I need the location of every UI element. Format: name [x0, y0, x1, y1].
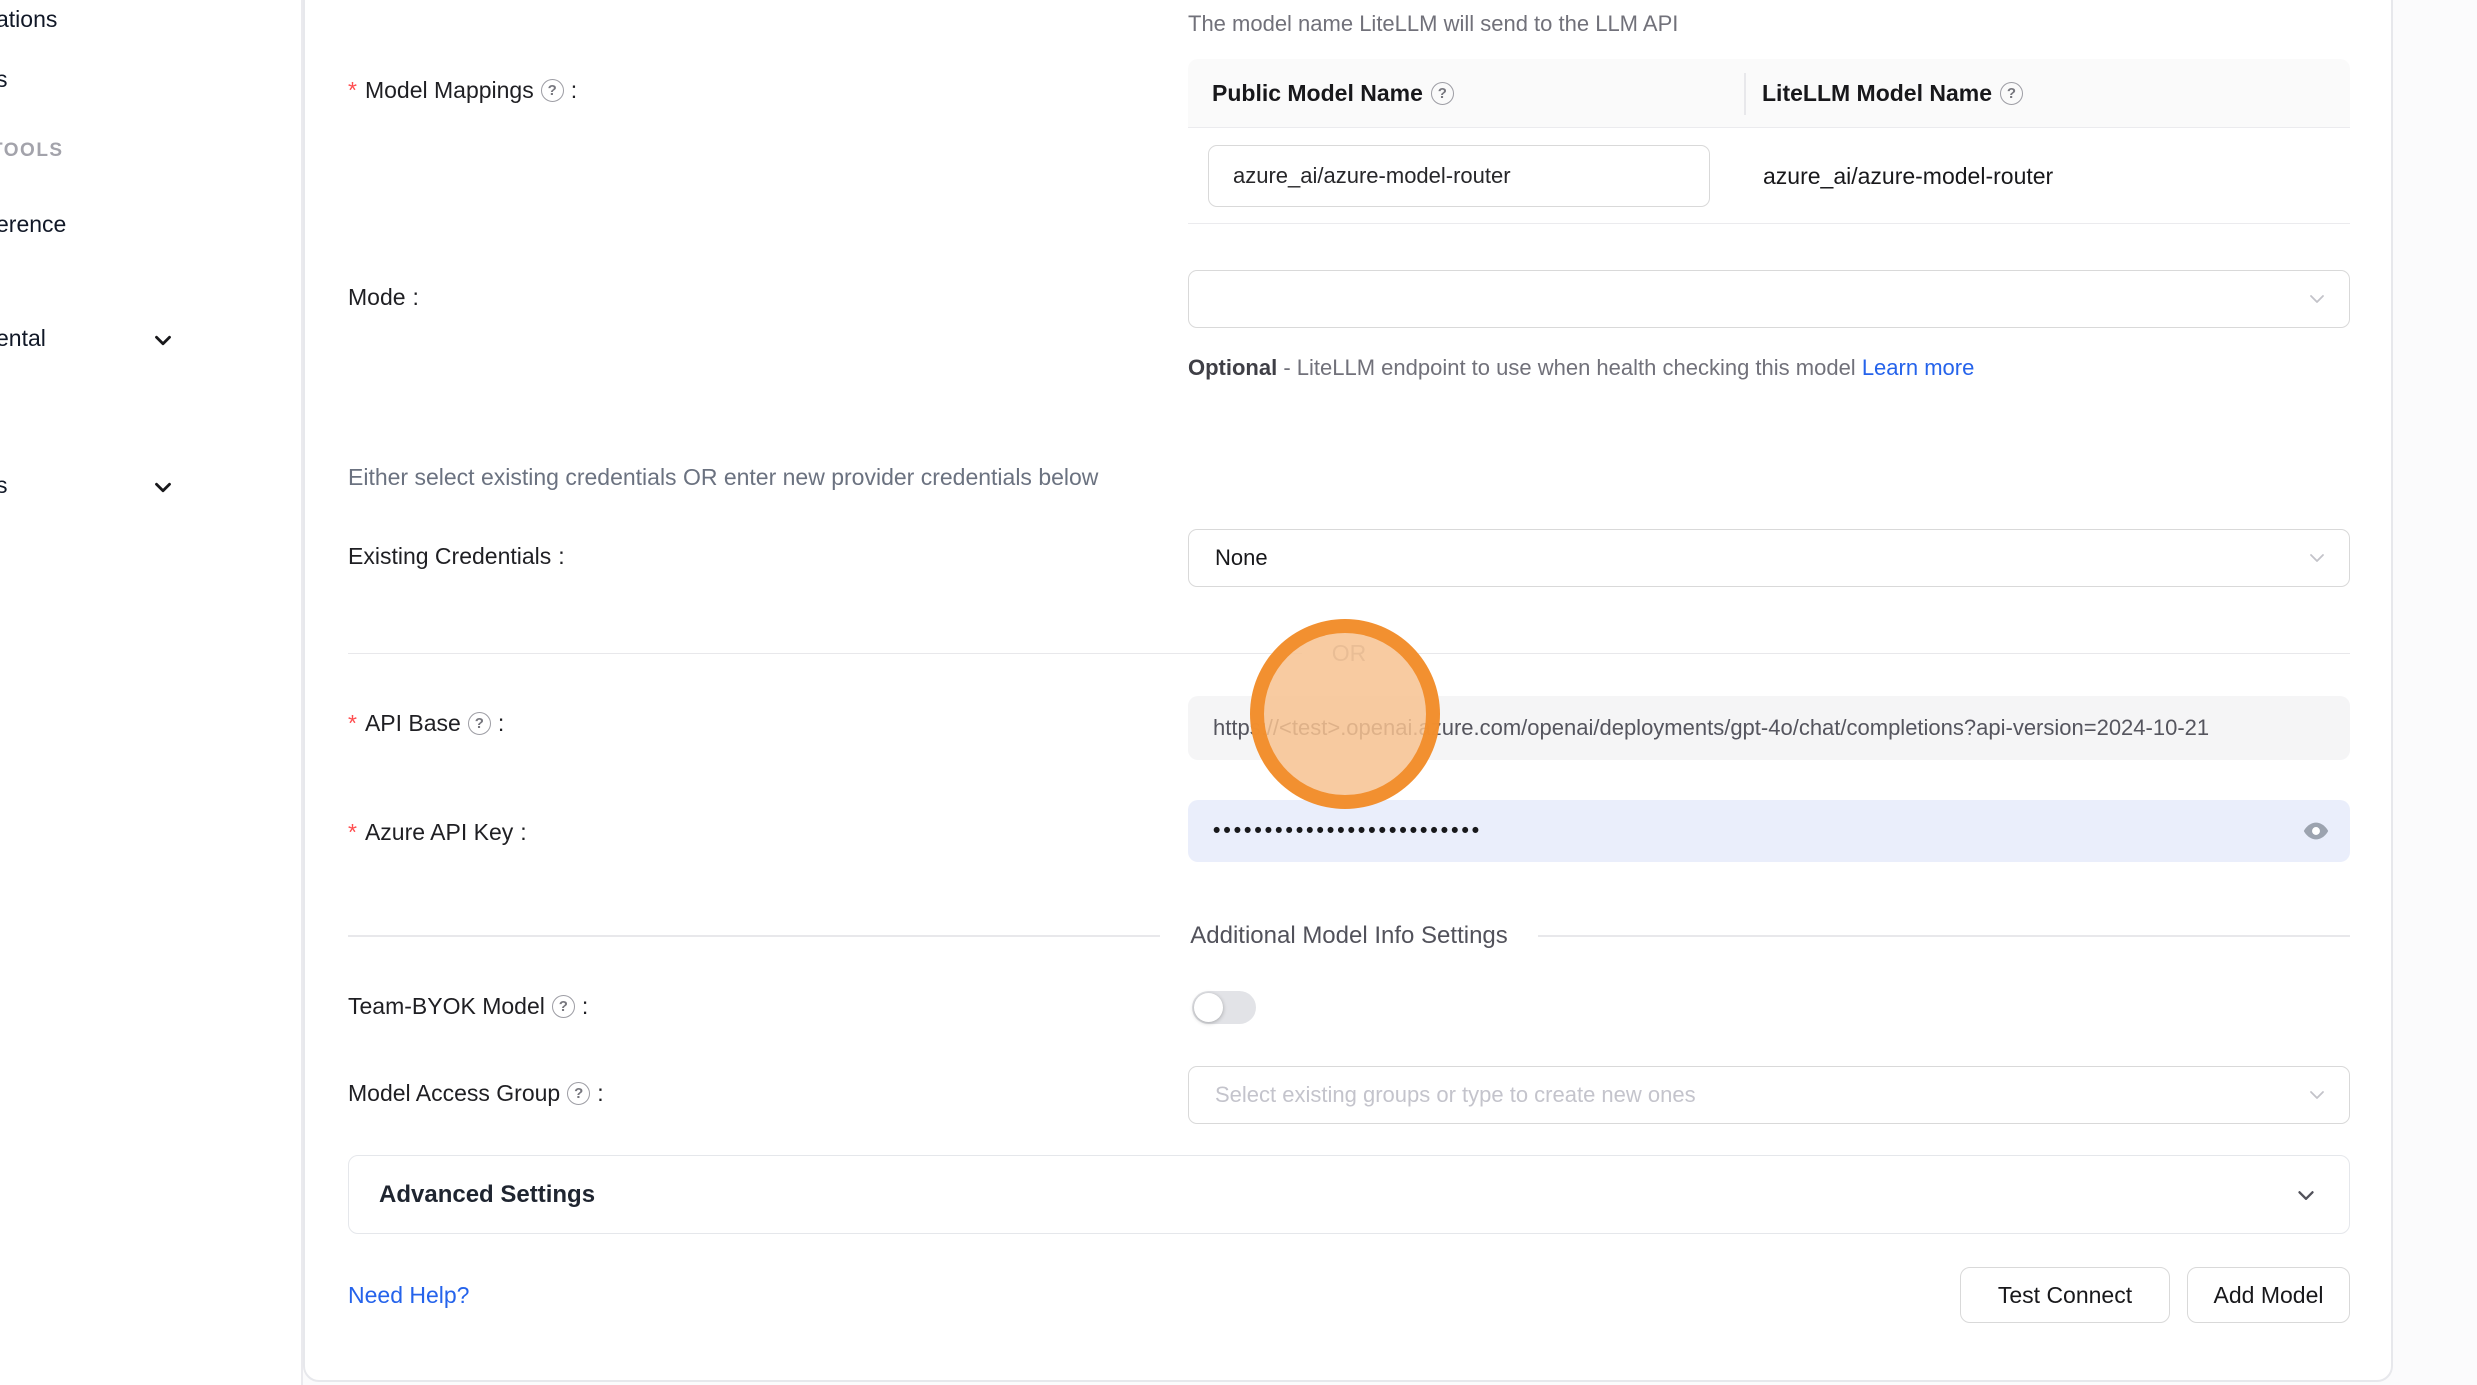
chevron-down-icon[interactable] [150, 327, 176, 358]
advanced-settings-panel[interactable]: Advanced Settings [348, 1155, 2350, 1234]
required-marker: * [348, 819, 357, 846]
api-base-label: * API Base ? : [348, 710, 504, 737]
help-icon[interactable]: ? [2000, 82, 2023, 105]
divider-line [1396, 653, 2350, 655]
existing-credentials-select[interactable]: None [1188, 529, 2350, 587]
colon: : [582, 993, 588, 1020]
sidebar-item-settings[interactable]: s [0, 472, 8, 499]
azure-api-key-label-text: Azure API Key [365, 819, 513, 846]
help-icon[interactable]: ? [1431, 82, 1454, 105]
sidebar-item-organizations[interactable]: ations [0, 6, 57, 33]
advanced-settings-title: Advanced Settings [379, 1181, 2293, 1209]
existing-credentials-label: Existing Credentials : [348, 543, 565, 570]
learn-more-link[interactable]: Learn more [1862, 355, 1975, 380]
sidebar-item-1[interactable]: s [0, 66, 8, 93]
chevron-down-icon [2305, 287, 2329, 311]
mode-help-text: Optional - LiteLLM endpoint to use when … [1188, 348, 1993, 388]
chevron-down-icon [2305, 546, 2329, 570]
credentials-note: Either select existing credentials OR en… [348, 464, 1098, 491]
public-model-name-header: Public Model Name ? [1188, 80, 1744, 107]
chevron-down-icon [2293, 1182, 2319, 1208]
litellm-model-name-header: LiteLLM Model Name ? [1744, 80, 2023, 107]
model-access-group-select[interactable]: Select existing groups or type to create… [1188, 1066, 2350, 1124]
colon: : [520, 819, 526, 846]
sidebar: ations s TOOLS erence ental s [0, 0, 303, 1385]
toggle-knob [1194, 993, 1223, 1022]
model-access-group-label-text: Model Access Group [348, 1080, 560, 1107]
required-marker: * [348, 710, 357, 737]
sidebar-item-reference[interactable]: erence [0, 211, 66, 238]
mode-label: Mode : [348, 284, 419, 311]
model-access-group-placeholder: Select existing groups or type to create… [1215, 1082, 1696, 1108]
azure-api-key-label: * Azure API Key : [348, 819, 527, 846]
model-mappings-table: Public Model Name ? LiteLLM Model Name ?… [1188, 59, 2350, 224]
divider-line [1538, 935, 2350, 937]
help-icon[interactable]: ? [567, 1082, 590, 1105]
public-model-name-header-text: Public Model Name [1212, 80, 1423, 107]
mode-help-bold: Optional [1188, 355, 1277, 380]
existing-credentials-label-text: Existing Credentials [348, 543, 551, 570]
litellm-model-name-value: azure_ai/azure-model-router [1763, 128, 2053, 224]
chevron-down-icon[interactable] [150, 474, 176, 505]
chevron-down-icon [2305, 1083, 2329, 1107]
colon: : [558, 543, 564, 570]
add-model-button[interactable]: Add Model [2187, 1267, 2350, 1323]
mode-help-rest: - LiteLLM endpoint to use when health ch… [1277, 355, 1862, 380]
model-access-group-label: Model Access Group ? : [348, 1080, 604, 1107]
sidebar-item-experimental[interactable]: ental [0, 325, 46, 352]
table-row: azure_ai/azure-model-router [1188, 128, 2350, 224]
api-base-value: https://<test>.openai.azure.com/openai/d… [1213, 715, 2209, 741]
additional-settings-divider: Additional Model Info Settings [348, 922, 2350, 950]
or-divider: OR [348, 640, 2350, 667]
model-mappings-table-header: Public Model Name ? LiteLLM Model Name ? [1188, 59, 2350, 128]
sidebar-section-tools: TOOLS [0, 140, 64, 162]
help-icon[interactable]: ? [468, 712, 491, 735]
required-marker: * [348, 77, 357, 104]
mode-label-text: Mode [348, 284, 406, 311]
azure-api-key-input[interactable]: •••••••••••••••••••••••••• [1188, 800, 2350, 862]
colon: : [498, 710, 504, 737]
need-help-link[interactable]: Need Help? [348, 1282, 469, 1309]
divider-line [348, 935, 1160, 937]
colon: : [571, 77, 577, 104]
model-mappings-label-text: Model Mappings [365, 77, 534, 104]
api-base-label-text: API Base [365, 710, 461, 737]
team-byok-label-text: Team-BYOK Model [348, 993, 545, 1020]
public-model-name-input[interactable] [1208, 145, 1710, 207]
colon: : [413, 284, 419, 311]
team-byok-label: Team-BYOK Model ? : [348, 993, 588, 1020]
help-icon[interactable]: ? [552, 995, 575, 1018]
colon: : [597, 1080, 603, 1107]
litellm-model-name-help: The model name LiteLLM will send to the … [1188, 11, 1678, 37]
azure-api-key-masked-value: •••••••••••••••••••••••••• [1213, 819, 1482, 843]
model-mappings-label: * Model Mappings ? : [348, 77, 577, 104]
mode-select[interactable] [1188, 270, 2350, 328]
api-base-input[interactable]: https://<test>.openai.azure.com/openai/d… [1188, 696, 2350, 760]
team-byok-toggle[interactable] [1192, 991, 1256, 1024]
eye-icon[interactable] [2302, 817, 2330, 850]
help-icon[interactable]: ? [541, 79, 564, 102]
litellm-model-name-header-text: LiteLLM Model Name [1762, 80, 1992, 107]
test-connect-button[interactable]: Test Connect [1960, 1267, 2170, 1323]
existing-credentials-value: None [1215, 545, 1268, 571]
or-divider-text: OR [1332, 640, 1367, 667]
additional-settings-divider-text: Additional Model Info Settings [1190, 922, 1508, 950]
divider-line [348, 653, 1302, 655]
header-divider [1744, 73, 1746, 115]
